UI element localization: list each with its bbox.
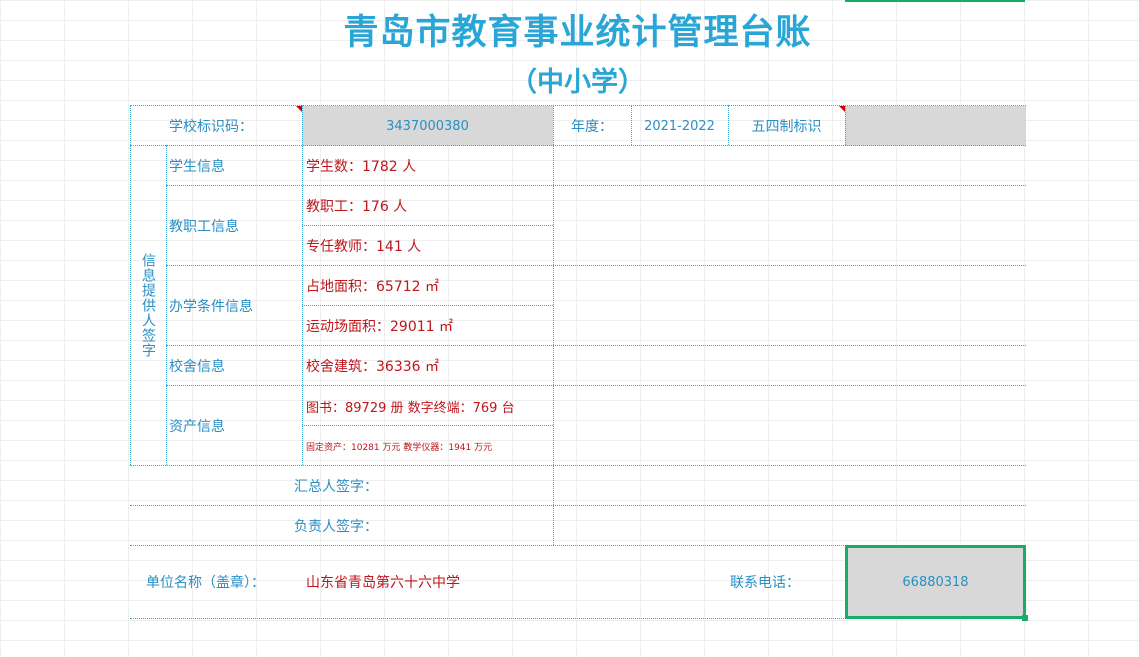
table-border (166, 265, 1026, 266)
column-selection-indicator (845, 0, 1025, 2)
system-label: 五四制标识 (751, 119, 822, 135)
land-area-cell[interactable]: 占地面积：65712 ㎡ (302, 266, 553, 306)
year-cell[interactable]: 2021-2022 (631, 106, 728, 146)
phone-label: 联系电话： (730, 575, 800, 591)
table-border (302, 105, 303, 465)
school-id-cell[interactable]: 3437000380 (302, 106, 553, 146)
table-border (130, 465, 1026, 466)
summary-signer-cell[interactable] (553, 466, 1026, 506)
table-border (166, 145, 167, 465)
comment-marker-icon (296, 106, 302, 112)
table-border (631, 105, 632, 145)
table-border (302, 225, 553, 226)
teacher-count-cell[interactable]: 专任教师：141 人 (302, 226, 553, 266)
asset-info-label: 资产信息 (169, 419, 225, 435)
table-border (166, 345, 1026, 346)
table-border (130, 145, 1026, 146)
staff-info-label: 教职工信息 (169, 219, 239, 235)
student-count-cell[interactable]: 学生数：1782 人 (302, 146, 553, 186)
table-border (553, 105, 554, 545)
summary-signer-label: 汇总人签字： (294, 479, 378, 495)
unit-name-cell[interactable]: 山东省青岛第六十六中学 (306, 564, 566, 600)
phone-cell[interactable]: 66880318 (845, 545, 1026, 619)
facility-info-label: 办学条件信息 (169, 299, 253, 315)
table-border (130, 105, 131, 465)
books-terminals-cell[interactable]: 图书：89729 册 数字终端：769 台 (302, 386, 553, 426)
building-info-label: 校舍信息 (169, 359, 225, 375)
building-area-cell[interactable]: 校舍建筑：36336 ㎡ (302, 346, 553, 386)
signer-vertical-label: 信息提供人签字 (130, 146, 166, 465)
table-border (728, 105, 729, 145)
table-border (130, 505, 1026, 506)
page-title: 青岛市教育事业统计管理台账 (343, 12, 812, 53)
student-info-label: 学生信息 (169, 159, 225, 175)
school-id-label: 学校标识码： (169, 119, 253, 135)
table-border (166, 185, 1026, 186)
leader-signer-label: 负责人签字： (294, 519, 378, 535)
table-border (166, 385, 1026, 386)
table-border (302, 425, 553, 426)
sports-field-area-cell[interactable]: 运动场面积：29011 ㎡ (302, 306, 553, 346)
table-border (302, 305, 553, 306)
signer-vertical-text: 信息提供人签字 (140, 253, 156, 358)
year-label: 年度： (571, 119, 613, 135)
unit-name-label: 单位名称（盖章）： (146, 575, 265, 591)
fill-handle[interactable] (1022, 615, 1028, 621)
system-cell[interactable] (845, 106, 1026, 146)
assets-instruments-cell[interactable]: 固定资产：10281 万元 教学仪器：1941 万元 (302, 426, 553, 466)
comment-marker-icon (839, 106, 845, 112)
page-subtitle: （中小学） (510, 67, 645, 98)
table-border (130, 105, 1026, 106)
ledger-form: 青岛市教育事业统计管理台账 （中小学） 学校标识码： 3437000380 年度… (0, 0, 1139, 657)
table-border (845, 105, 846, 145)
leader-signer-cell[interactable] (553, 506, 1026, 546)
staff-count-cell[interactable]: 教职工：176 人 (302, 186, 553, 226)
